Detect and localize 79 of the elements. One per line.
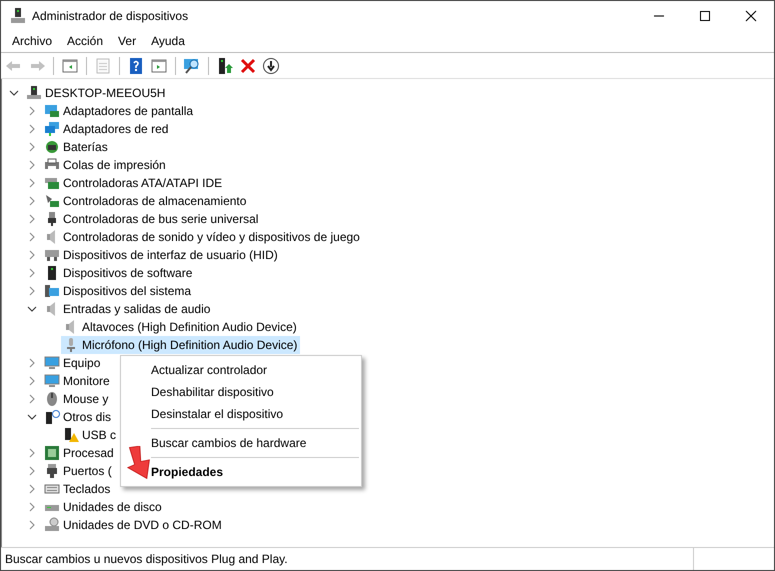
chevron-right-icon[interactable]: [27, 502, 37, 512]
chevron-right-icon[interactable]: [27, 358, 37, 368]
menu-item[interactable]: Archivo: [6, 34, 58, 48]
chevron-down-icon[interactable]: [9, 88, 19, 98]
tree-item[interactable]: Baterías: [42, 138, 111, 156]
chevron-right-icon[interactable]: [27, 250, 37, 260]
status-text: Buscar cambios u nuevos dispositivos Plug and Play.: [4, 552, 289, 566]
computer-icon: [26, 85, 42, 101]
chevron-down-icon[interactable]: [27, 412, 37, 422]
window-title: Administrador de dispositivos: [32, 8, 188, 22]
monitor-icon: [44, 373, 60, 389]
tree-item[interactable]: USB c: [61, 426, 120, 444]
context-menu-item[interactable]: Actualizar controlador: [121, 359, 361, 381]
chevron-right-icon[interactable]: [27, 376, 37, 386]
tree-item[interactable]: Controladoras de almacenamiento: [42, 192, 250, 210]
tree-item[interactable]: Procesad: [42, 444, 117, 462]
menu-item[interactable]: Ayuda: [145, 34, 191, 48]
tree-item[interactable]: Otros dis: [42, 408, 114, 426]
chevron-right-icon[interactable]: [27, 142, 37, 152]
chevron-right-icon[interactable]: [27, 124, 37, 134]
tree-item[interactable]: Controladoras ATA/ATAPI IDE: [42, 174, 226, 192]
chevron-right-icon[interactable]: [27, 448, 37, 458]
tree-item[interactable]: Dispositivos de interfaz de usuario (HID): [42, 246, 281, 264]
tree-item[interactable]: Adaptadores de red: [42, 120, 172, 138]
context-menu-item[interactable]: Propiedades: [121, 461, 361, 483]
tree-item[interactable]: Controladoras de sonido y vídeo y dispositivos de juego: [42, 228, 363, 246]
optical-drive-icon: [44, 517, 60, 533]
help-icon[interactable]: [127, 56, 145, 74]
tree-item[interactable]: Dispositivos del sistema: [42, 282, 194, 300]
pointer-arrow-drawing: [126, 446, 152, 480]
monitor-icon: [44, 355, 60, 371]
down-arrow-circle-icon[interactable]: [262, 56, 280, 74]
processor-icon: [44, 445, 60, 461]
tree-item[interactable]: Colas de impresión: [42, 156, 169, 174]
tree-item[interactable]: Adaptadores de pantalla: [42, 102, 196, 120]
context-menu-item[interactable]: Desinstalar el dispositivo: [121, 403, 361, 425]
warning-device-icon: [63, 427, 79, 443]
port-icon: [44, 463, 60, 479]
chevron-right-icon[interactable]: [27, 214, 37, 224]
chevron-right-icon[interactable]: [27, 484, 37, 494]
tree-item[interactable]: DESKTOP-MEEOU5H: [24, 84, 168, 102]
menu-item[interactable]: Ver: [112, 34, 142, 48]
tree-item[interactable]: Monitore: [42, 372, 113, 390]
chevron-right-icon[interactable]: [27, 106, 37, 116]
chevron-right-icon[interactable]: [27, 466, 37, 476]
tree-item[interactable]: Teclados: [42, 480, 114, 498]
tree-item[interactable]: Equipo: [42, 354, 104, 372]
chevron-right-icon[interactable]: [27, 232, 37, 242]
tree-item[interactable]: Mouse y: [42, 390, 112, 408]
console-tree-icon[interactable]: [61, 56, 79, 74]
tree-item[interactable]: Unidades de disco: [42, 498, 165, 516]
update-driver-icon[interactable]: [216, 56, 234, 74]
action-pane-icon[interactable]: [150, 56, 168, 74]
computer-icon: [11, 8, 25, 24]
display-adapter-icon: [44, 103, 60, 119]
controller-card-icon: [44, 175, 60, 191]
monitor-magnifier-icon[interactable]: [183, 56, 201, 74]
chevron-right-icon[interactable]: [27, 196, 37, 206]
network-icon: [44, 121, 60, 137]
chevron-down-icon[interactable]: [27, 304, 37, 314]
chevron-right-icon[interactable]: [27, 286, 37, 296]
mouse-icon: [44, 391, 60, 407]
context-menu-item[interactable]: Buscar cambios de hardware: [121, 432, 361, 454]
tree-item[interactable]: Altavoces (High Definition Audio Device): [61, 318, 300, 336]
tree-item[interactable]: Dispositivos de software: [42, 264, 196, 282]
system-device-icon: [44, 283, 60, 299]
chevron-right-icon[interactable]: [27, 268, 37, 278]
chevron-right-icon[interactable]: [27, 178, 37, 188]
tree-item[interactable]: Micrófono (High Definition Audio Device): [61, 336, 300, 354]
tree-item[interactable]: Unidades de DVD o CD-ROM: [42, 516, 225, 534]
context-menu-item[interactable]: Deshabilitar dispositivo: [121, 381, 361, 403]
chevron-right-icon[interactable]: [27, 160, 37, 170]
menu-item[interactable]: Acción: [61, 34, 110, 48]
chevron-right-icon[interactable]: [27, 520, 37, 530]
chevron-right-icon[interactable]: [27, 394, 37, 404]
tree-item[interactable]: Controladoras de bus serie universal: [42, 210, 262, 228]
tree-item[interactable]: Entradas y salidas de audio: [42, 300, 214, 318]
tree-item[interactable]: Puertos (: [42, 462, 115, 480]
x-mark-icon[interactable]: [239, 56, 257, 74]
